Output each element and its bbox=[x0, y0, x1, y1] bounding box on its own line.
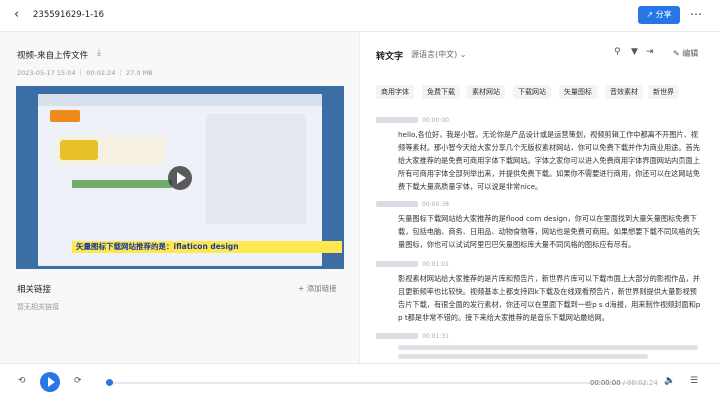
rewind-15-icon[interactable]: ⟲ bbox=[18, 376, 26, 386]
current-time: 00:00:00 bbox=[590, 379, 621, 387]
related-links-title: 相关链接 bbox=[17, 285, 52, 295]
video-subtitle: 矢量图标下载网站推荐的是：iflaticon design bbox=[72, 241, 342, 253]
transcript-segment[interactable]: 00:00:00 hello,各位好，我是小智。无论你是产品设计或是运营策划，视… bbox=[376, 117, 702, 197]
chevron-left-icon[interactable]: ‹ bbox=[14, 8, 19, 22]
download-icon[interactable]: ⤓ bbox=[97, 48, 101, 58]
share-label: 分享 bbox=[655, 10, 672, 19]
add-link-label: 添加链接 bbox=[306, 284, 337, 293]
keyword-tag[interactable]: 商用字体 bbox=[376, 85, 414, 99]
keyword-tag[interactable]: 矢量图标 bbox=[559, 85, 597, 99]
segment-timestamp: 00:01:31 bbox=[422, 333, 449, 340]
share-button[interactable]: ↗ 分享 bbox=[638, 6, 680, 24]
video-frame-header bbox=[38, 94, 322, 106]
duration: / 00:02:24 bbox=[622, 379, 658, 387]
segment-timestamp: 00:01:01 bbox=[422, 261, 449, 268]
video-frame-sidebar bbox=[206, 114, 306, 224]
video-frame-green-text bbox=[72, 180, 172, 188]
edit-icon: ✎ bbox=[673, 49, 680, 58]
transcript-segment[interactable]: 00:00:38 矢量图标下载网站给大家推荐的是flood com design… bbox=[376, 201, 702, 255]
page-title: 235591629-1-16 bbox=[33, 10, 105, 20]
progress-handle[interactable] bbox=[106, 379, 113, 386]
blurred-text-line bbox=[398, 345, 698, 350]
language-select[interactable]: 源语言(中文) ⌄ bbox=[411, 49, 467, 60]
video-play-icon[interactable] bbox=[168, 166, 192, 190]
transcript-segment[interactable]: 00:01:01 影视素材网站给大家推荐的是片库和预告片，新世界片库可以下载市面… bbox=[376, 261, 702, 325]
speaker-label bbox=[376, 117, 418, 123]
segment-text: hello,各位好，我是小智。无论你是产品设计或是运营策划，视频剪辑工作中都离不… bbox=[398, 130, 700, 191]
export-icon[interactable]: ⇥ bbox=[646, 47, 654, 57]
speaker-label bbox=[376, 333, 418, 339]
keyword-tag[interactable]: 下载网站 bbox=[513, 85, 551, 99]
transcript-title: 转文字 bbox=[376, 52, 404, 62]
play-button[interactable] bbox=[40, 372, 60, 392]
speaker-label bbox=[376, 201, 418, 207]
video-frame-banner-art bbox=[60, 140, 98, 160]
keyword-tag[interactable]: 免费下载 bbox=[422, 85, 460, 99]
chevron-down-icon: ⌄ bbox=[459, 50, 467, 59]
language-label: 源语言(中文) bbox=[411, 50, 458, 59]
segment-text: 矢量图标下载网站给大家推荐的是flood com design，你可以在里面找到… bbox=[398, 214, 700, 249]
time-display: 00:00:00 / 00:02:24 bbox=[590, 379, 658, 387]
transcript-segment[interactable]: 00:01:31 bbox=[376, 333, 702, 361]
video-frame-logo bbox=[50, 110, 80, 122]
keyword-tag[interactable]: 音效素材 bbox=[605, 85, 643, 99]
video-title: 视频-来自上传文件 bbox=[17, 51, 89, 61]
search-icon[interactable]: ⚲ bbox=[614, 47, 621, 57]
edit-button[interactable]: ✎ 编辑 bbox=[673, 48, 698, 59]
keyword-tag[interactable]: 素材网站 bbox=[467, 85, 505, 99]
forward-15-icon[interactable]: ⟳ bbox=[74, 376, 82, 386]
add-link-button[interactable]: + 添加链接 bbox=[298, 283, 337, 294]
blurred-text-line bbox=[398, 354, 648, 359]
share-icon: ↗ bbox=[646, 10, 654, 19]
progress-track[interactable] bbox=[108, 382, 648, 384]
top-bar: ‹ 235591629-1-16 ↗ 分享 ⋯ bbox=[0, 0, 720, 32]
filter-icon[interactable]: ▼ bbox=[631, 47, 638, 57]
plus-icon: + bbox=[298, 284, 305, 293]
video-player[interactable]: 矢量图标下载网站推荐的是：iflaticon design bbox=[16, 86, 344, 269]
segment-timestamp: 00:00:00 bbox=[422, 117, 449, 124]
keyword-tag[interactable]: 新世界 bbox=[648, 85, 679, 99]
settings-icon[interactable]: ☰ bbox=[690, 376, 698, 386]
more-icon[interactable]: ⋯ bbox=[690, 7, 703, 21]
volume-icon[interactable]: 🔈 bbox=[664, 376, 675, 386]
segment-text: 影视素材网站给大家推荐的是片库和预告片，新世界片库可以下载市面上大部分的影视作品… bbox=[398, 274, 701, 322]
edit-label: 编辑 bbox=[682, 49, 699, 58]
video-meta: 2023-05-17 15:04 ｜ 00:02:24 ｜ 27.0 MB bbox=[17, 69, 153, 77]
video-panel: 视频-来自上传文件 ⤓ 2023-05-17 15:04 ｜ 00:02:24 … bbox=[0, 32, 360, 363]
related-links-empty: 暂无相关链接 bbox=[17, 303, 59, 311]
speaker-label bbox=[376, 261, 418, 267]
player-bar: ⟲ ⟳ 00:00:00 / 00:02:24 🔈 ☰ bbox=[0, 363, 720, 401]
segment-timestamp: 00:00:38 bbox=[422, 201, 449, 208]
